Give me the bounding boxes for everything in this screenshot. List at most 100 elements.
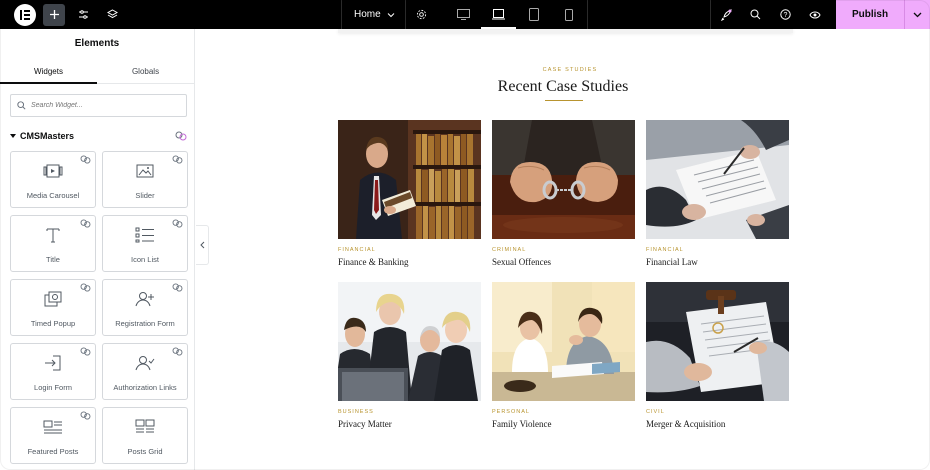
case-title[interactable]: Finance & Banking (338, 257, 481, 267)
structure-button[interactable] (101, 4, 123, 26)
widget-label: Authorization Links (113, 383, 177, 392)
login-form-icon (45, 355, 61, 371)
sliders-icon (78, 10, 88, 19)
search-input[interactable] (31, 102, 171, 109)
widget-registration-form[interactable]: Registration Form (102, 279, 188, 336)
widget-media-carousel[interactable]: Media Carousel (10, 151, 96, 208)
layers-icon (106, 9, 118, 19)
widget-authorization-links[interactable]: Authorization Links (102, 343, 188, 400)
site-settings-button[interactable] (72, 4, 94, 26)
widget-label: Featured Posts (27, 447, 79, 456)
topbar-right-group: ? Publish (588, 0, 930, 29)
tab-widgets[interactable]: Widgets (0, 59, 97, 84)
tab-globals[interactable]: Globals (97, 59, 194, 83)
authorization-links-icon (135, 356, 155, 371)
widget-title[interactable]: Title (10, 215, 96, 272)
page-selector[interactable]: Home (342, 0, 406, 29)
collapse-panel-button[interactable] (196, 225, 209, 265)
case-title[interactable]: Sexual Offences (492, 257, 635, 267)
case-image (646, 282, 789, 401)
widget-label: Posts Grid (127, 447, 163, 456)
widget-timed-popup[interactable]: Timed Popup (10, 279, 96, 336)
search-button[interactable] (740, 0, 770, 29)
case-study-card[interactable]: PERSONAL Family Violence (492, 282, 635, 429)
plus-icon (49, 10, 59, 19)
help-button[interactable]: ? (770, 0, 800, 29)
topbar-left-group (0, 0, 342, 29)
elementor-logo-icon[interactable] (14, 3, 36, 26)
case-image (492, 282, 635, 401)
featured-posts-icon (43, 420, 62, 434)
chevron-down-icon (387, 12, 395, 17)
media-carousel-icon (43, 164, 63, 178)
case-study-card[interactable]: FINANCIAL Financial Law (646, 120, 789, 267)
laptop-icon (492, 9, 505, 20)
section-label: CMSMasters (20, 131, 75, 141)
widget-label: Login Form (34, 383, 72, 392)
case-study-card[interactable]: BUSINESS Privacy Matter (338, 282, 481, 429)
device-mobile-button[interactable] (551, 0, 586, 29)
case-title[interactable]: Privacy Matter (338, 419, 481, 429)
widget-search[interactable] (10, 94, 187, 117)
case-category: PERSONAL (492, 409, 530, 415)
case-image (338, 282, 481, 401)
widget-label: Slider (135, 191, 155, 200)
case-study-card[interactable]: FINANCIAL Finance & Banking (338, 120, 481, 267)
timed-popup-icon (44, 291, 62, 307)
slider-icon (136, 164, 154, 178)
case-study-card[interactable]: CIVIL Merger & Acquisition (646, 282, 789, 429)
svg-text:?: ? (783, 12, 787, 19)
whats-new-button[interactable] (710, 0, 740, 29)
widget-slider[interactable]: Slider (102, 151, 188, 208)
header-strip (338, 29, 793, 33)
widget-label: Title (46, 255, 60, 264)
device-switcher (446, 0, 586, 29)
case-title[interactable]: Family Violence (492, 419, 635, 429)
add-element-button[interactable] (43, 3, 65, 26)
chevron-down-icon (913, 12, 922, 18)
widget-icon-list[interactable]: Icon List (102, 215, 188, 272)
publish-button[interactable]: Publish (836, 0, 904, 29)
widget-featured-posts[interactable]: Featured Posts (10, 407, 96, 464)
search-icon (750, 9, 760, 20)
publish-options-button[interactable] (904, 0, 930, 29)
case-category: FINANCIAL (338, 247, 376, 253)
topbar-center-group: Home (342, 0, 588, 29)
widget-posts-grid[interactable]: Posts Grid (102, 407, 188, 464)
eye-icon (809, 11, 821, 18)
case-category: CIVIL (646, 409, 665, 415)
case-title[interactable]: Financial Law (646, 257, 789, 267)
widget-login-form[interactable]: Login Form (10, 343, 96, 400)
widget-label: Timed Popup (30, 319, 76, 328)
case-category: BUSINESS (338, 409, 374, 415)
gear-icon (416, 9, 426, 20)
case-title[interactable]: Merger & Acquisition (646, 419, 789, 429)
section-cmsmasters[interactable]: CMSMasters (10, 130, 187, 142)
search-icon (17, 101, 26, 110)
section-eyebrow: CASE STUDIES (542, 67, 598, 73)
mobile-icon (564, 8, 573, 21)
registration-form-icon (135, 292, 154, 307)
case-image (492, 120, 635, 239)
page-settings-button[interactable] (406, 0, 436, 29)
tablet-icon (528, 8, 539, 21)
pro-badge-icon (175, 131, 187, 141)
case-category: FINANCIAL (646, 247, 684, 253)
preview-canvas[interactable]: CASE STUDIES Recent Case Studies FINANCI… (210, 29, 930, 470)
device-tablet-button[interactable] (516, 0, 551, 29)
case-image (646, 120, 789, 239)
chevron-left-icon (200, 241, 205, 249)
case-category: CRIMINAL (492, 247, 527, 253)
device-desktop-button[interactable] (446, 0, 481, 29)
help-icon: ? (779, 9, 791, 20)
widget-label: Registration Form (115, 319, 175, 328)
device-laptop-button[interactable] (481, 0, 516, 29)
case-study-card[interactable]: CRIMINAL Sexual Offences (492, 120, 635, 267)
panel-tabs: Widgets Globals (0, 59, 194, 84)
caret-down-icon (10, 134, 16, 138)
section-heading: Recent Case Studies (497, 78, 629, 95)
preview-button[interactable] (800, 0, 830, 29)
heading-divider (545, 100, 583, 101)
widget-label: Icon List (131, 255, 159, 264)
elements-panel: Elements Widgets Globals CMSMasters Medi… (0, 29, 195, 470)
